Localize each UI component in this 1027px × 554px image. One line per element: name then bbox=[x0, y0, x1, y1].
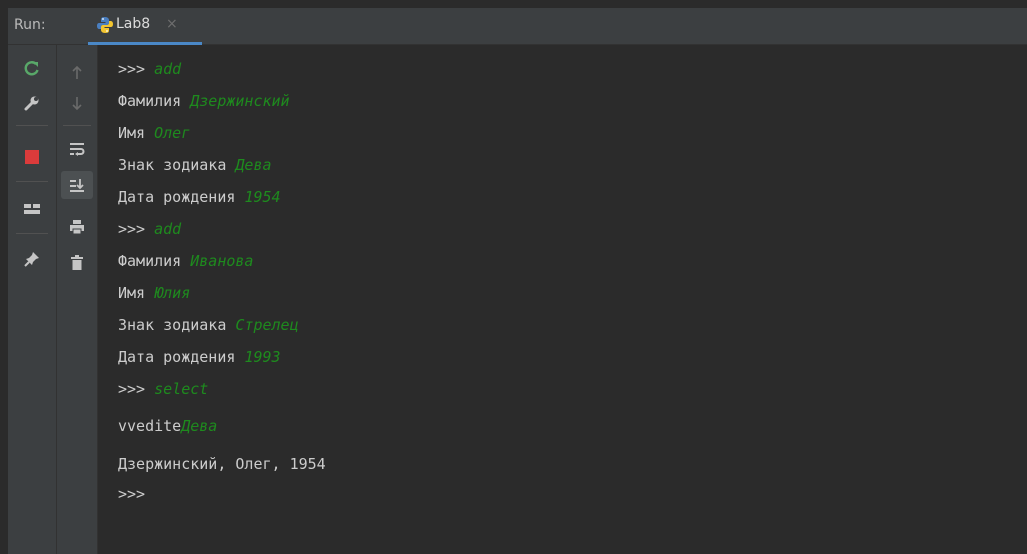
print-button[interactable] bbox=[57, 213, 97, 241]
settings-button[interactable] bbox=[8, 89, 56, 117]
console-line: Фамилия Иванова bbox=[118, 252, 254, 270]
run-toolbar-secondary bbox=[57, 45, 98, 554]
toolbar-divider bbox=[63, 125, 91, 126]
stop-icon bbox=[25, 150, 39, 164]
run-label: Run: bbox=[14, 17, 46, 33]
print-icon bbox=[70, 220, 84, 235]
previous-occurrence-button[interactable] bbox=[57, 59, 97, 87]
console-line: Дзержинский, Олег, 1954 bbox=[118, 455, 326, 473]
console-line: Знак зодиака Стрелец bbox=[118, 316, 299, 334]
console-line: Знак зодиака Дева bbox=[118, 156, 272, 174]
console-line: >>> select bbox=[118, 380, 209, 398]
run-window: Run: Lab8 × >>> add Фамилия Дзержинский … bbox=[0, 0, 1027, 554]
python-icon bbox=[97, 17, 113, 33]
pin-icon bbox=[24, 252, 39, 267]
console-line: vvediteДева bbox=[118, 417, 218, 435]
toolbar-divider bbox=[16, 233, 48, 234]
console-line: Дата рождения 1993 bbox=[118, 348, 281, 366]
toolbar-divider bbox=[16, 181, 48, 182]
stop-button[interactable] bbox=[8, 143, 56, 171]
console-line: Дата рождения 1954 bbox=[118, 188, 281, 206]
arrow-down-icon bbox=[72, 97, 82, 111]
console-line: Фамилия Дзержинский bbox=[118, 92, 290, 110]
console-line: >>> add bbox=[118, 220, 182, 238]
console-line: Имя Юлия bbox=[118, 284, 191, 302]
rerun-button[interactable] bbox=[8, 55, 56, 83]
run-toolbar-primary bbox=[8, 45, 57, 554]
tab-label: Lab8 bbox=[116, 16, 151, 32]
tab-close-icon[interactable]: × bbox=[166, 16, 178, 32]
trash-icon bbox=[71, 255, 83, 270]
console-output[interactable]: >>> add Фамилия Дзержинский Имя Олег Зна… bbox=[98, 45, 1027, 554]
next-occurrence-button[interactable] bbox=[57, 89, 97, 117]
soft-wrap-icon bbox=[70, 143, 85, 156]
console-prompt[interactable]: >>> bbox=[118, 484, 145, 504]
console-line: Имя Олег bbox=[118, 124, 191, 142]
soft-wrap-button[interactable] bbox=[57, 135, 97, 163]
wrench-icon bbox=[24, 96, 39, 111]
rerun-icon bbox=[24, 61, 39, 76]
scroll-to-end-icon bbox=[70, 179, 84, 192]
clear-all-button[interactable] bbox=[57, 249, 97, 277]
tab-lab8[interactable]: Lab8 × bbox=[88, 8, 202, 45]
arrow-up-icon bbox=[72, 65, 82, 79]
run-tab-bar: Run: Lab8 × bbox=[8, 8, 1027, 45]
console-line: >>> add bbox=[118, 60, 182, 78]
scroll-to-end-button[interactable] bbox=[61, 171, 93, 199]
restore-layout-button[interactable] bbox=[8, 195, 56, 223]
pin-tab-button[interactable] bbox=[8, 245, 56, 273]
toolbar-divider bbox=[16, 125, 48, 126]
layout-icon bbox=[24, 204, 40, 214]
